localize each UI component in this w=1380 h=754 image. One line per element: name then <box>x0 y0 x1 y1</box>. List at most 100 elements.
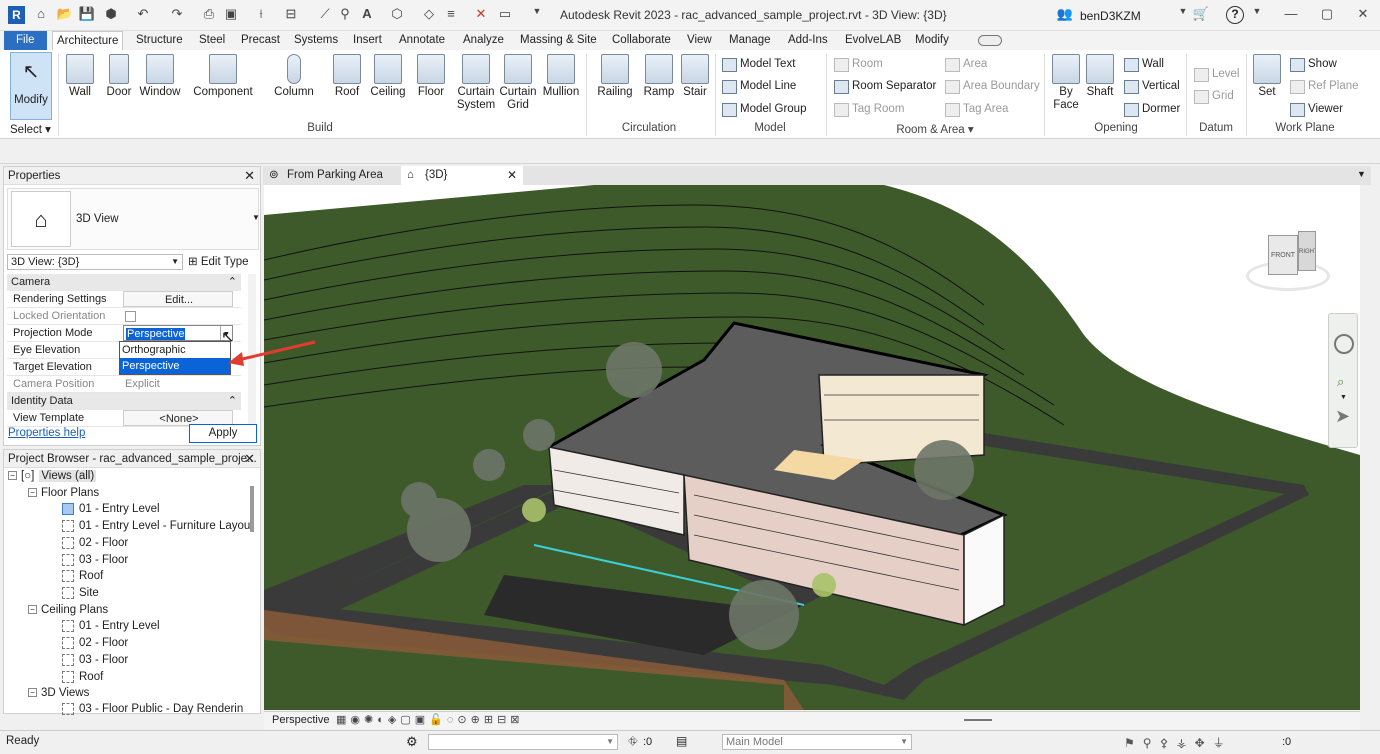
align-icon[interactable]: ⊟ <box>282 6 300 26</box>
tree-ceiling-plans[interactable]: − Ceiling Plans <box>28 602 108 618</box>
save-icon[interactable]: 💾 <box>78 6 96 26</box>
camera-section[interactable]: Camera ⌃ <box>7 274 241 291</box>
open-icon[interactable]: 📂 <box>56 6 74 26</box>
mullion-button[interactable]: Mullion <box>540 54 582 98</box>
tree-fp-site[interactable]: Site <box>62 585 99 601</box>
tab-insert[interactable]: Insert <box>349 31 386 50</box>
steering-wheel-icon[interactable] <box>1334 334 1354 354</box>
tab-evolvelab[interactable]: EvolveLAB <box>841 31 905 50</box>
3d-viewport[interactable]: FRONT RIGHT ⌕ ▼ ➤ <box>264 185 1360 710</box>
ceiling-button[interactable]: Ceiling <box>368 54 408 98</box>
ref-plane-button[interactable]: Ref Plane <box>1290 77 1359 95</box>
viewcube[interactable]: FRONT RIGHT <box>1244 225 1334 300</box>
curtain-grid-button[interactable]: Curtain Grid <box>498 54 538 112</box>
tab-manage[interactable]: Manage <box>725 31 775 50</box>
print-icon[interactable]: ⎙ <box>200 6 218 26</box>
tree-cp-02-floor[interactable]: 02 - Floor <box>62 635 128 651</box>
section-icon[interactable]: ◇ <box>420 6 438 26</box>
tree-floor-plans[interactable]: − Floor Plans <box>28 485 99 501</box>
sync-icon[interactable]: ⬢ <box>102 6 120 26</box>
tree-fp-02-floor[interactable]: 02 - Floor <box>62 535 128 551</box>
shaft-button[interactable]: Shaft <box>1084 54 1116 98</box>
workset-combo[interactable]: ▼ <box>428 734 618 750</box>
tab-from-parking-area[interactable]: ⊚ From Parking Area <box>263 166 399 185</box>
close-browser-icon[interactable]: ✕ <box>244 450 255 468</box>
tab-analyze[interactable]: Analyze <box>459 31 508 50</box>
tab-steel[interactable]: Steel <box>195 31 229 50</box>
design-options-icon[interactable]: ▤ <box>676 734 687 748</box>
tree-cp-03-floor[interactable]: 03 - Floor <box>62 652 128 668</box>
tag-icon[interactable]: ⚲ <box>336 6 354 26</box>
filter-icon[interactable]: ⏚ <box>1213 736 1233 750</box>
crop-view-icon[interactable]: ▢ <box>400 714 414 726</box>
tree-fp-entry-level[interactable]: 01 - Entry Level <box>62 501 160 517</box>
user-menu-chevron-icon[interactable]: ▼ <box>1174 6 1192 26</box>
temp-hide-icon[interactable]: ◌ <box>447 714 458 726</box>
set-work-plane-button[interactable]: Set <box>1252 54 1282 98</box>
thin-lines-icon[interactable]: ≡ <box>442 6 460 26</box>
show-crop-icon[interactable]: ▣ <box>415 714 429 726</box>
rendering-settings-edit-button[interactable]: Edit... <box>123 291 233 307</box>
select-panel-label[interactable]: Select ▾ <box>10 122 51 136</box>
pdf-icon[interactable]: ▣ <box>222 6 240 26</box>
level-button[interactable]: Level <box>1194 65 1240 83</box>
reveal-hidden-icon[interactable]: ⊙ <box>457 714 470 726</box>
tree-3d-floor-public[interactable]: 03 - Floor Public - Day Renderin <box>62 701 243 717</box>
tab-architecture[interactable]: Architecture <box>52 31 124 50</box>
detail-level-icon[interactable]: ▦ <box>336 714 350 726</box>
close-window-icon[interactable]: ✕ <box>1354 6 1372 26</box>
window-button[interactable]: Window <box>138 54 182 98</box>
tab-file[interactable]: File <box>4 31 47 50</box>
visual-style-icon[interactable]: ◉ <box>350 714 364 726</box>
user-name[interactable]: benD3KZM <box>1080 9 1141 23</box>
help-button[interactable]: ? <box>1226 6 1244 24</box>
modify-button[interactable]: ↖ Modify <box>10 52 52 120</box>
unlock-3d-icon[interactable]: 🔓 <box>429 714 447 726</box>
room-area-panel-label[interactable]: Room & Area ▾ <box>890 122 980 136</box>
area-button[interactable]: Area <box>945 55 987 73</box>
viewer-button[interactable]: Viewer <box>1290 100 1343 118</box>
door-button[interactable]: Door <box>103 54 135 98</box>
tree-3d-views[interactable]: −3D Views <box>28 685 89 701</box>
wall-opening-button[interactable]: Wall <box>1124 55 1164 73</box>
cart-icon[interactable]: 🛒 <box>1192 6 1210 26</box>
grid-button[interactable]: Grid <box>1194 87 1234 105</box>
show-work-plane-button[interactable]: Show <box>1290 55 1337 73</box>
browser-scrollbar[interactable] <box>250 486 254 532</box>
instance-selector[interactable]: 3D View: {3D} ▼ <box>7 254 183 270</box>
close-hidden-icon[interactable]: ✕ <box>472 6 490 26</box>
tab-add-ins[interactable]: Add-Ins <box>784 31 832 50</box>
redo-icon[interactable]: ↷ <box>168 6 186 26</box>
identity-section[interactable]: Identity Data ⌃ <box>7 393 241 410</box>
close-tab-icon[interactable]: ✕ <box>507 166 517 185</box>
ramp-button[interactable]: Ramp <box>641 54 677 98</box>
viewcube-front-face[interactable]: FRONT <box>1268 235 1298 275</box>
design-option-combo[interactable]: Main Model ▼ <box>722 734 912 750</box>
tab-view[interactable]: View <box>683 31 716 50</box>
type-selector[interactable]: ⌂ 3D View ▼ <box>7 188 260 250</box>
vertical-opening-button[interactable]: Vertical <box>1124 77 1180 95</box>
viewcube-right-face[interactable]: RIGHT <box>1298 231 1316 271</box>
revit-logo[interactable]: R <box>8 6 25 24</box>
room-button[interactable]: Room <box>834 55 883 73</box>
close-properties-icon[interactable]: ✕ <box>244 167 255 185</box>
maximize-icon[interactable]: ▢ <box>1318 6 1336 26</box>
locked-orientation-checkbox[interactable] <box>123 308 233 324</box>
tab-systems[interactable]: Systems <box>290 31 342 50</box>
tab-modify[interactable]: Modify <box>911 31 953 50</box>
room-separator-button[interactable]: Room Separator <box>834 77 936 95</box>
sun-path-icon[interactable]: ✺ <box>364 714 377 726</box>
model-line-button[interactable]: Model Line <box>722 77 796 95</box>
select-pinned-icon[interactable]: ⚴ <box>1160 736 1177 750</box>
constraints-icon[interactable]: ⊠ <box>510 714 523 726</box>
dormer-button[interactable]: Dormer <box>1124 100 1180 118</box>
tree-fp-entry-furniture[interactable]: 01 - Entry Level - Furniture Layou <box>62 518 250 534</box>
ribbon-display-toggle-icon[interactable] <box>978 35 1002 46</box>
tree-fp-03-floor[interactable]: 03 - Floor <box>62 552 128 568</box>
worksharing-icon[interactable]: ⊕ <box>471 714 484 726</box>
stair-button[interactable]: Stair <box>680 54 710 98</box>
tag-area-button[interactable]: Tag Area <box>945 100 1008 118</box>
zoom-icon[interactable]: ⌕ <box>1337 374 1344 390</box>
text-icon[interactable]: A <box>358 6 376 26</box>
minimize-icon[interactable]: — <box>1282 6 1300 26</box>
